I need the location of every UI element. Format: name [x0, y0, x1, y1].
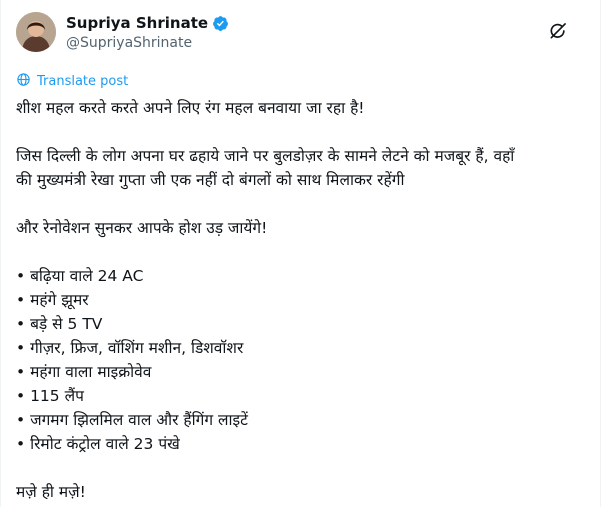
author-identity: Supriya Shrinate @SupriyaShrinate — [66, 14, 229, 53]
right-divider — [600, 0, 601, 507]
grok-icon[interactable] — [547, 20, 569, 42]
bullet-item: • महंगा वाला माइक्रोवेव — [16, 363, 152, 381]
bullet-item: • बढ़िया वाले 24 AC — [16, 267, 144, 285]
post-line: जिस दिल्ली के लोग अपना घर ढहाये जाने पर … — [16, 147, 515, 165]
translate-globe-icon — [16, 72, 31, 91]
bullet-item: • गीज़र, फ्रिज, वॉशिंग मशीन, डिशवॉशर — [16, 339, 244, 357]
post-line: की मुख्यमंत्री रेखा गुप्ता जी एक नहीं दो… — [16, 171, 405, 189]
translate-post-link[interactable]: Translate post — [16, 72, 128, 91]
bullet-item: • बड़े से 5 TV — [16, 315, 103, 333]
post-line: और रेनोवेशन सुनकर आपके होश उड़ जायेंगे! — [16, 219, 268, 237]
bullet-item: • जगमग झिलमिल वाल और हैंगिंग लाइटें — [16, 411, 248, 429]
author-name[interactable]: Supriya Shrinate — [66, 14, 208, 33]
bullet-item: • महंगे झूमर — [16, 291, 89, 309]
post-text: शीश महल करते करते अपने लिए रंग महल बनवाय… — [16, 96, 586, 504]
verified-badge-icon — [212, 15, 229, 32]
bullet-item: • 115 लैंप — [16, 387, 84, 405]
translate-post-label[interactable]: Translate post — [37, 73, 128, 91]
author-handle[interactable]: @SupriyaShrinate — [66, 34, 229, 53]
bullet-item: • रिमोट कंट्रोल वाले 23 पंखे — [16, 435, 180, 453]
left-divider — [0, 0, 1, 507]
avatar[interactable] — [16, 12, 56, 52]
post-line: मज़े ही मज़े! — [16, 483, 86, 501]
post-line: शीश महल करते करते अपने लिए रंग महल बनवाय… — [16, 99, 365, 117]
post-header: Supriya Shrinate @SupriyaShrinate — [16, 12, 583, 60]
